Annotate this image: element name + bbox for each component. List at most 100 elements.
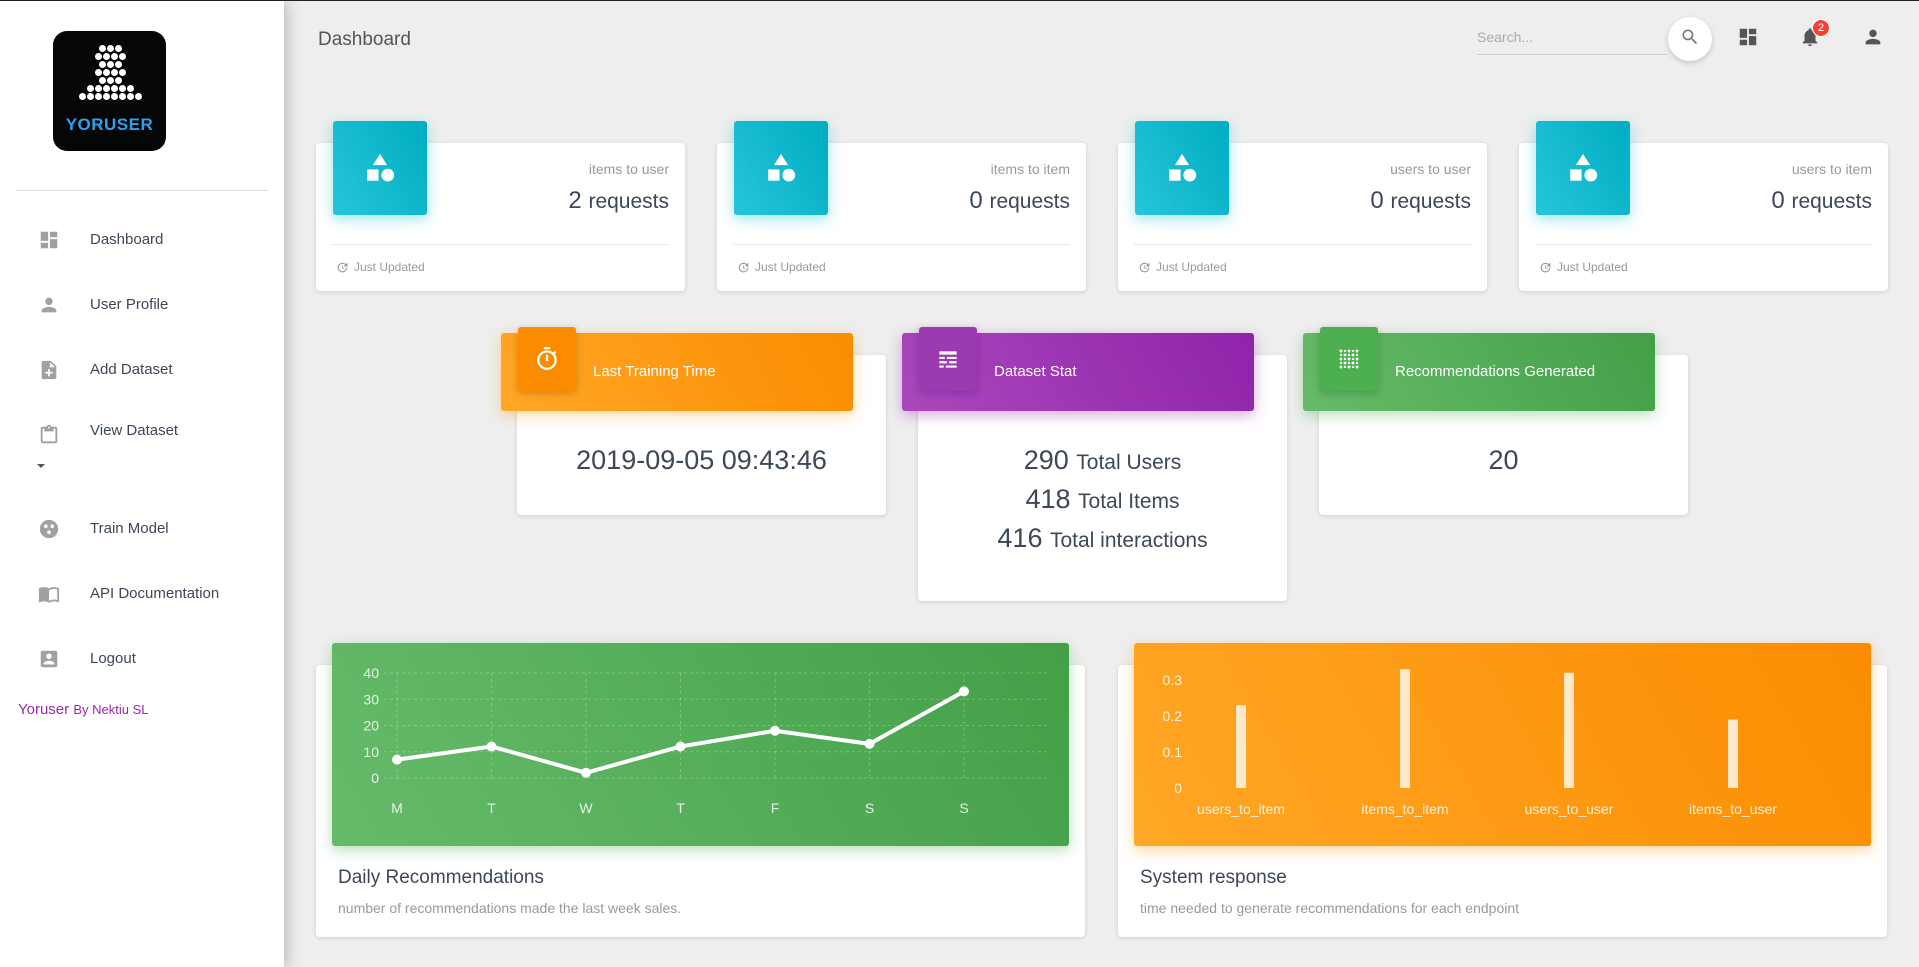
grain-dot bbox=[1351, 349, 1355, 353]
chart-subtitle: time needed to generate recommendations … bbox=[1140, 900, 1520, 916]
stat-footer: Just Updated bbox=[1539, 260, 1628, 274]
data-point[interactable] bbox=[959, 686, 969, 697]
stat-footer-text: Just Updated bbox=[1156, 260, 1227, 274]
recommendations-card: Recommendations Generated 20 bbox=[1303, 327, 1688, 515]
sidebar-item-dashboard[interactable]: Dashboard bbox=[0, 207, 284, 272]
y-tick-label: 20 bbox=[363, 718, 379, 734]
person-icon bbox=[1862, 26, 1884, 53]
sidebar-nav: Dashboard User Profile Add Dataset View … bbox=[0, 207, 284, 691]
logo-dot bbox=[79, 93, 86, 100]
bar[interactable] bbox=[1400, 669, 1410, 788]
dataset-stat-body: 290 Total Users 418 Total Items 416 Tota… bbox=[918, 445, 1287, 562]
grain-dot bbox=[1343, 353, 1347, 357]
sidebar-item-api-documentation[interactable]: API Documentation bbox=[0, 561, 284, 626]
daily-recommendations-card: 0 10 20 30 40 M T W T F S S Daily Recommendations n… bbox=[316, 643, 1085, 937]
stat-category: users to item bbox=[1791, 161, 1872, 177]
x-tick-label: users_to_item bbox=[1197, 801, 1285, 817]
stat-unit: requests bbox=[989, 190, 1070, 213]
x-tick-label: T bbox=[676, 800, 685, 816]
account-box-icon bbox=[36, 646, 62, 672]
chevron-down-icon[interactable] bbox=[37, 464, 45, 468]
logo-dot bbox=[99, 45, 106, 52]
logo-dot bbox=[103, 85, 110, 92]
x-tick-label: T bbox=[487, 800, 496, 816]
sidebar-item-add-dataset[interactable]: Add Dataset bbox=[0, 337, 284, 402]
logo-dot bbox=[103, 69, 110, 76]
logo-dot bbox=[95, 85, 102, 92]
logo-dot bbox=[111, 85, 118, 92]
logo-dot bbox=[115, 61, 122, 68]
brand-footer[interactable]: Yoruser By Nektiu SL bbox=[18, 701, 148, 718]
stat-value: 0 bbox=[1771, 187, 1785, 214]
dashboard-header-button[interactable] bbox=[1734, 25, 1762, 53]
stat-category: items to item bbox=[990, 161, 1070, 177]
x-tick-label: W bbox=[579, 800, 593, 816]
grain-dot bbox=[1355, 361, 1359, 365]
update-icon bbox=[1540, 262, 1551, 272]
note-add-icon bbox=[36, 357, 62, 383]
sidebar-item-view-dataset[interactable]: View Dataset bbox=[0, 402, 284, 496]
logo-dot bbox=[127, 85, 134, 92]
grain-dot bbox=[1355, 365, 1359, 369]
y-tick-label: 0.3 bbox=[1163, 672, 1183, 688]
grain-icon bbox=[1320, 327, 1378, 391]
notification-badge: 2 bbox=[1812, 19, 1830, 37]
grain-dot bbox=[1347, 365, 1351, 369]
y-tick-label: 0 bbox=[1174, 780, 1182, 796]
sidebar-item-logout[interactable]: Logout bbox=[0, 626, 284, 691]
logo-dot bbox=[99, 61, 106, 68]
divider bbox=[1535, 244, 1872, 245]
logo-dot bbox=[119, 53, 126, 60]
sidebar-item-label: Logout bbox=[90, 650, 136, 667]
divider bbox=[332, 244, 669, 245]
stat-value-line: 0 requests bbox=[1771, 187, 1872, 215]
sidebar-item-train-model[interactable]: Train Model bbox=[0, 496, 284, 561]
stat-value-line: 2 requests bbox=[568, 187, 669, 215]
stat-footer-text: Just Updated bbox=[1557, 260, 1628, 274]
data-point[interactable] bbox=[864, 738, 875, 749]
search-box bbox=[1477, 23, 1667, 55]
card-title: Recommendations Generated bbox=[1395, 363, 1596, 380]
grain-dot bbox=[1347, 357, 1351, 361]
stat-footer-text: Just Updated bbox=[354, 260, 425, 274]
bar[interactable] bbox=[1564, 672, 1574, 788]
stat-value-line: 0 requests bbox=[969, 187, 1070, 215]
bar-chart: 0 0.1 0.2 0.3 users_to_item items_to_item user… bbox=[1163, 669, 1777, 817]
stat-unit: requests bbox=[588, 190, 669, 213]
stat-value-line: 0 requests bbox=[1370, 187, 1471, 215]
x-tick-label: items_to_user bbox=[1689, 801, 1777, 817]
bar[interactable] bbox=[1728, 719, 1738, 788]
stat-category: items to user bbox=[588, 161, 669, 177]
search-input[interactable] bbox=[1477, 23, 1667, 51]
bar[interactable] bbox=[1236, 705, 1246, 788]
page-title: Dashboard bbox=[318, 29, 411, 50]
user-menu-button[interactable] bbox=[1859, 25, 1887, 53]
stat-category: users to user bbox=[1390, 161, 1471, 177]
clipboard-icon bbox=[36, 422, 62, 448]
total-items-label: Total Items bbox=[1078, 490, 1180, 513]
yoruser-logo[interactable]: YORUSER bbox=[53, 31, 166, 151]
y-tick-label: 0.1 bbox=[1163, 744, 1183, 760]
data-point[interactable] bbox=[675, 741, 686, 752]
update-icon bbox=[1139, 262, 1150, 272]
logo-dot bbox=[103, 93, 110, 100]
shapes-icon bbox=[734, 121, 828, 215]
stat-card-users-to-user: users to user 0 requests Just Updated bbox=[1118, 121, 1487, 291]
grain-dot bbox=[1343, 349, 1347, 353]
data-point[interactable] bbox=[392, 754, 402, 765]
chart-title: System response bbox=[1140, 867, 1287, 888]
data-point[interactable] bbox=[581, 767, 591, 778]
logo-dot bbox=[103, 53, 110, 60]
brand-by: By Nektiu SL bbox=[73, 702, 149, 717]
search-button[interactable] bbox=[1668, 17, 1712, 61]
data-point[interactable] bbox=[486, 741, 497, 752]
sidebar-item-label: Add Dataset bbox=[90, 361, 173, 378]
grain-dot bbox=[1343, 357, 1347, 361]
last-training-card: Last Training Time 2019-09-05 09:43:46 bbox=[501, 327, 886, 515]
grain-dot bbox=[1347, 361, 1351, 365]
sidebar-item-user-profile[interactable]: User Profile bbox=[0, 272, 284, 337]
logo-dot bbox=[119, 93, 126, 100]
data-point[interactable] bbox=[770, 725, 780, 736]
grain-dot bbox=[1339, 361, 1343, 365]
y-tick-label: 30 bbox=[363, 691, 379, 707]
